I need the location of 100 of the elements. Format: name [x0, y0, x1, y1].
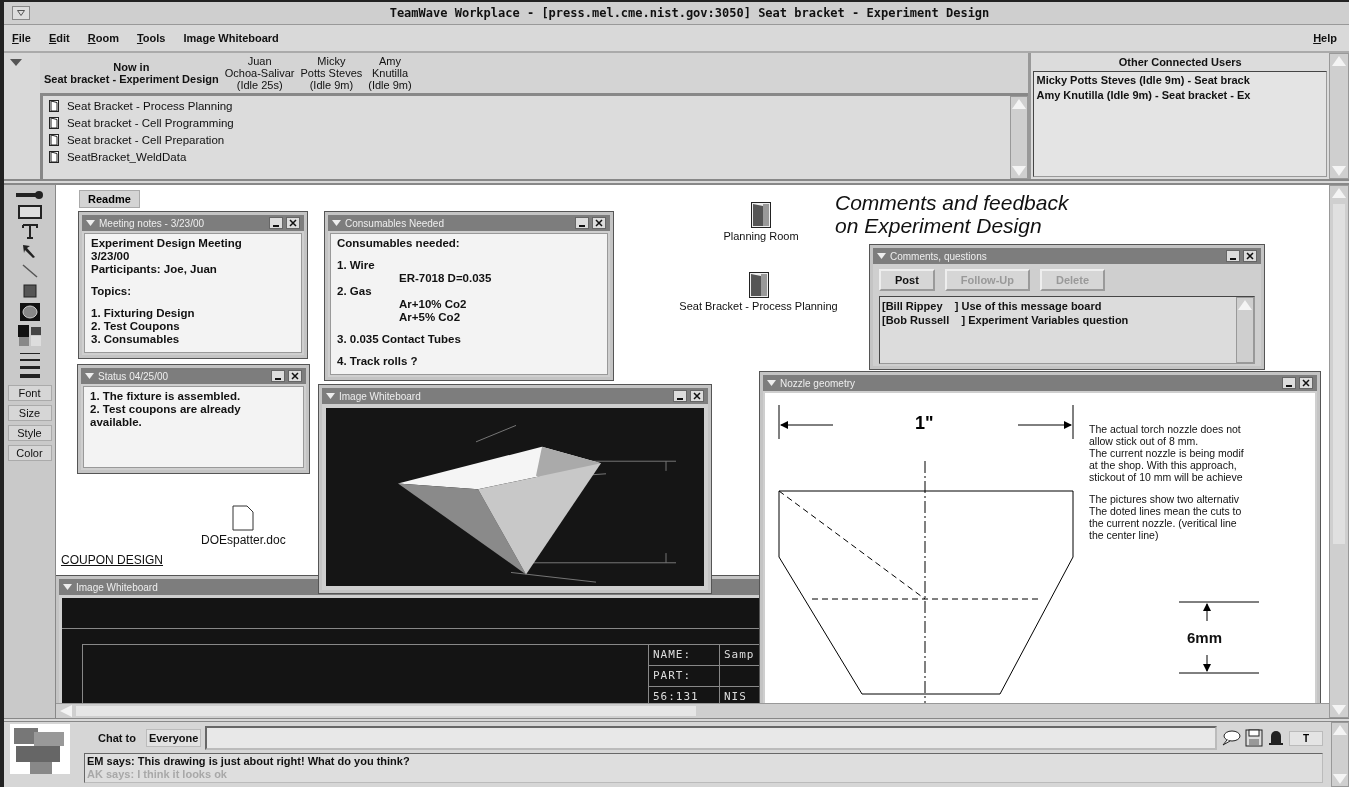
now-in-label: Now in: [113, 60, 150, 73]
message-entry[interactable]: [Bob Russell ] Experiment Variables question: [882, 313, 1234, 328]
window-title: TeamWave Workplace - [press.mel.cme.nist.gov:3050] Seat bracket - Experiment Design: [388, 5, 991, 20]
close-button[interactable]: [1299, 377, 1313, 390]
note-text: Experiment Design Meeting: [91, 237, 243, 251]
tool-option-button[interactable]: Color: [7, 445, 52, 462]
note-text: 3. Consumables: [91, 333, 181, 347]
vertical-scrollbar[interactable]: [1331, 722, 1349, 787]
window-title: Consumables Needed: [345, 217, 445, 229]
filled-rectangle-tool-icon[interactable]: [20, 283, 39, 300]
door-icon: [48, 100, 59, 113]
note-text: ER-7018 D=0.035: [398, 272, 493, 286]
minimize-button[interactable]: [575, 217, 589, 230]
collapse-triangle-icon[interactable]: [332, 220, 341, 227]
vertical-scrollbar[interactable]: [1329, 185, 1349, 718]
note-text: 2. Test Coupons: [91, 320, 181, 334]
tool-option-button[interactable]: Style: [7, 425, 52, 442]
minimize-button[interactable]: [269, 217, 283, 230]
rectangle-tool-icon[interactable]: [17, 205, 42, 220]
user-name: Knutilla: [371, 66, 408, 79]
menu-item[interactable]: Room: [87, 31, 119, 44]
oval-tool-icon[interactable]: [19, 303, 40, 322]
tool-option-button[interactable]: Size: [7, 405, 52, 422]
menu-item[interactable]: Edit: [48, 31, 70, 44]
app-logo-icon: [10, 724, 70, 774]
minimize-button[interactable]: [271, 370, 285, 383]
room-door-label[interactable]: Planning Room: [723, 230, 799, 243]
collapse-triangle-icon[interactable]: [767, 380, 776, 387]
door-icon[interactable]: [748, 272, 769, 299]
nozzle-note-text: The doted lines mean the cuts to: [1089, 505, 1243, 518]
collapse-triangle-icon[interactable]: [326, 393, 335, 400]
minimize-button[interactable]: [1282, 377, 1296, 390]
nozzle-note-text: the center line): [1089, 529, 1160, 542]
door-icon[interactable]: [751, 202, 771, 229]
window-title: Nozzle geometry: [780, 377, 857, 389]
close-button[interactable]: [690, 390, 704, 403]
user-idle-time: (Idle 9m): [368, 78, 412, 91]
note-text: 1. The fixture is assembled.: [90, 390, 242, 404]
close-button[interactable]: [592, 217, 606, 230]
chat-input[interactable]: [205, 726, 1217, 750]
minimize-button[interactable]: [1226, 250, 1240, 263]
note-text: 1. Wire: [337, 259, 376, 273]
collapse-triangle-icon[interactable]: [86, 220, 95, 227]
door-icon: [48, 117, 59, 130]
user-name: Amy: [378, 54, 401, 67]
document-label: DOEspatter.doc: [201, 533, 286, 548]
close-button[interactable]: [286, 217, 300, 230]
speech-bubble-icon[interactable]: [1221, 729, 1241, 747]
collapse-triangle-icon[interactable]: [10, 58, 22, 67]
message-entry[interactable]: [Bill Rippey ] Use of this message board: [882, 299, 1234, 314]
room-list-item[interactable]: Seat Bracket - Process Planning: [66, 100, 233, 113]
close-button[interactable]: [1243, 250, 1257, 263]
window-title: Comments, questions: [890, 250, 988, 262]
collapse-triangle-icon[interactable]: [85, 373, 94, 380]
window-title: Image Whiteboard: [76, 581, 159, 593]
note-text: 1. Fixturing Design: [91, 307, 196, 321]
color-swatch-icon[interactable]: [17, 325, 42, 348]
menu-item[interactable]: Tools: [136, 31, 166, 44]
bell-icon[interactable]: [1267, 729, 1285, 747]
room-list-item[interactable]: Seat bracket - Cell Preparation: [66, 134, 225, 147]
menu-item[interactable]: File: [12, 31, 31, 44]
text-tool-icon[interactable]: [20, 223, 39, 240]
minimize-button[interactable]: [673, 390, 687, 403]
connected-user-entry[interactable]: Micky Potts Steves (Idle 9m) - Seat brack: [1036, 72, 1324, 88]
window-title: Meeting notes - 3/23/00: [99, 217, 206, 229]
note-text: 3. 0.035 Contact Tubes: [337, 333, 462, 347]
room-list-item[interactable]: SeatBracket_WeldData: [66, 151, 187, 164]
nozzle-note-text: The pictures show two alternativ: [1089, 493, 1240, 506]
note-text: 2. Gas: [337, 285, 373, 299]
room-list-item[interactable]: Seat bracket - Cell Programming: [66, 117, 234, 130]
vertical-scrollbar[interactable]: [1329, 52, 1349, 180]
note-text: Topics:: [91, 285, 133, 299]
tool-option-button[interactable]: Font: [7, 385, 52, 402]
line-tool-icon[interactable]: [20, 263, 39, 280]
vertical-scrollbar[interactable]: [1010, 95, 1029, 180]
text-format-button[interactable]: T: [1289, 730, 1323, 746]
collapse-triangle-icon[interactable]: [63, 584, 72, 591]
room-door-label[interactable]: Seat Bracket - Process Planning: [679, 300, 838, 313]
collapse-triangle-icon[interactable]: [877, 253, 886, 260]
vertical-scrollbar[interactable]: [1236, 297, 1254, 364]
document-item[interactable]: DOEspatter.doc: [201, 505, 286, 548]
note-text: available.: [90, 416, 143, 430]
readme-button[interactable]: Readme: [79, 190, 140, 209]
pen-tool-icon[interactable]: [14, 189, 45, 202]
triangle-icon: [17, 9, 25, 16]
connected-user-entry[interactable]: Amy Knutilla (Idle 9m) - Seat bracket - Ex: [1036, 87, 1324, 103]
window-menu-button[interactable]: [12, 5, 30, 20]
help-menu[interactable]: Help: [1313, 31, 1337, 44]
note-text: Ar+10% Co2: [398, 298, 468, 312]
nozzle-note-text: The current nozzle is being modif: [1089, 447, 1245, 460]
message-board-button[interactable]: Post: [879, 269, 935, 292]
title-block-cell: PART:: [648, 666, 719, 687]
coupon-design-link[interactable]: COUPON DESIGN: [61, 553, 163, 568]
comments-heading: Comments and feedback on Experiment Design: [835, 191, 1069, 238]
door-icon: [48, 134, 59, 147]
close-button[interactable]: [288, 370, 302, 383]
recipient-button[interactable]: Everyone: [145, 729, 202, 747]
menu-item[interactable]: Image Whiteboard: [183, 31, 279, 44]
horizontal-scrollbar[interactable]: [56, 703, 1329, 718]
user-idle-time: (Idle 9m): [309, 78, 354, 91]
